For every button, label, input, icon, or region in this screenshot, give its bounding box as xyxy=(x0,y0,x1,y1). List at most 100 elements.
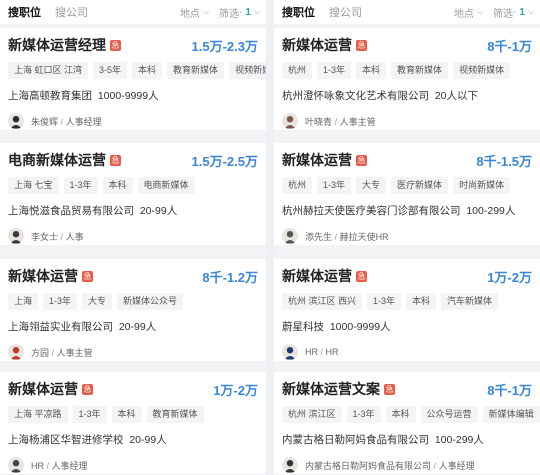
search-topbar: 搜职位 搜公司 地点 ⌵ 筛选 · 1 ⌵ xyxy=(0,0,266,24)
avatar xyxy=(282,344,298,360)
job-header: 新媒体运营 急 8千-1.5万 xyxy=(282,151,532,169)
recruiter: 内蒙古格日勒阿妈食品有限公司 / 人事经理 xyxy=(282,456,532,474)
company-line: 蔚星科技 1000-9999人 xyxy=(282,319,532,334)
job-tag: 大专 xyxy=(82,293,113,310)
urgent-badge: 急 xyxy=(110,154,121,166)
recruiter-name: 添先生 xyxy=(305,231,333,242)
salary: 1万-2万 xyxy=(487,269,532,285)
screen-filter-label: 筛选 xyxy=(219,8,240,20)
avatar xyxy=(282,113,298,129)
salary: 8千-1万 xyxy=(487,382,532,398)
job-tags: 杭州 1-3年 大专 医疗新媒体 时尚新媒体 xyxy=(282,177,532,195)
company-size: 1000-9999人 xyxy=(97,90,159,102)
screen-filter[interactable]: 筛选 · 1 ⌵ xyxy=(493,5,534,20)
recruiter-role: 人事经理 xyxy=(51,460,88,471)
job-tags: 杭州 滨江区 1-3年 本科 公众号运营 新媒体编辑 xyxy=(282,406,540,424)
location-filter[interactable]: 地点 ⌵ xyxy=(180,5,209,20)
job-title: 新媒体运营文案 xyxy=(282,381,380,397)
job-tag: 上海 七宝 xyxy=(8,177,59,194)
avatar xyxy=(8,344,24,360)
urgent-badge: 急 xyxy=(110,39,121,51)
recruiter-role: 人事 xyxy=(65,231,84,242)
recruiter-name: 方园 xyxy=(31,347,50,358)
tab-search-companies[interactable]: 搜公司 xyxy=(55,4,88,20)
job-card[interactable]: 新媒体运营 急 8千-1.2万 上海 1-3年 大专 新媒体公众号 上海翎益实业有限公… xyxy=(0,259,266,361)
company-line: 杭州澄怀咏象文化艺术有限公司 20人以下 xyxy=(282,88,532,103)
urgent-badge: 急 xyxy=(356,154,367,166)
job-title: 新媒体运营 xyxy=(8,381,78,397)
job-header: 新媒体运营 急 1万-2万 xyxy=(8,380,258,398)
job-card[interactable]: 新媒体运营 急 1万-2万 杭州 滨江区 西兴 1-3年 本科 汽车新媒体 蔚星科技 … xyxy=(274,259,540,361)
job-tag: 杭州 滨江区 xyxy=(282,406,342,423)
avatar xyxy=(8,228,24,244)
job-tag: 1-3年 xyxy=(63,177,98,194)
tab-search-jobs[interactable]: 搜职位 xyxy=(282,4,315,20)
avatar-head xyxy=(286,347,294,354)
job-title: 新媒体运营 xyxy=(282,268,352,284)
tab-search-companies[interactable]: 搜公司 xyxy=(329,4,362,20)
salary: 1万-2万 xyxy=(213,382,258,398)
company-line: 上海杨浦区华智进修学校 20-99人 xyxy=(8,432,258,447)
job-tags: 上海 平凉路 1-3年 本科 教育新媒体 xyxy=(8,406,258,424)
filter-count: 1 xyxy=(245,6,251,18)
job-title: 新媒体运营 xyxy=(8,268,78,284)
recruiter: 李女士 / 人事 xyxy=(8,227,258,245)
company-line: 上海悦滋食品贸易有限公司 20-99人 xyxy=(8,203,258,218)
company-name: 上海翎益实业有限公司 xyxy=(8,321,113,333)
job-tag: 1-3年 xyxy=(43,293,78,310)
job-title: 电商新媒体运营 xyxy=(8,152,106,168)
avatar-head xyxy=(286,460,294,467)
job-tag: 上海 平凉路 xyxy=(8,406,68,423)
chevron-down-icon: ⌵ xyxy=(253,7,260,16)
recruiter: 添先生 / 赫拉天使HR xyxy=(282,227,532,245)
job-header: 新媒体运营 急 1万-2万 xyxy=(282,267,532,285)
job-tag: 本科 xyxy=(385,406,416,423)
job-tag: 1-3年 xyxy=(367,293,402,310)
company-name: 上海悦滋食品贸易有限公司 xyxy=(8,205,134,217)
job-tag: 电商新媒体 xyxy=(137,177,195,194)
recruiter: 叶晓青 / 人事主管 xyxy=(282,112,532,130)
job-card[interactable]: 新媒体运营文案 急 8千-1万 杭州 滨江区 1-3年 本科 公众号运营 新媒体编辑 内… xyxy=(274,372,540,474)
recruiter-role: 人事主管 xyxy=(339,116,376,127)
recruiter-role: 人事经理 xyxy=(65,116,102,127)
salary: 8千-1万 xyxy=(487,38,532,54)
urgent-badge: 急 xyxy=(82,383,93,395)
job-card[interactable]: 新媒体运营经理 急 1.5万-2.3万 上海 虹口区 江湾 3-5年 本科 教育新媒体… xyxy=(0,28,266,130)
job-header: 新媒体运营经理 急 1.5万-2.3万 xyxy=(8,36,258,54)
urgent-badge: 急 xyxy=(356,270,367,282)
salary: 8千-1.2万 xyxy=(202,269,258,285)
job-tag: 医疗新媒体 xyxy=(391,177,449,194)
company-size: 100-299人 xyxy=(434,434,484,446)
company-name: 上海杨浦区华智进修学校 xyxy=(8,434,124,446)
location-filter[interactable]: 地点 ⌵ xyxy=(454,5,483,20)
company-line: 上海翎益实业有限公司 20-99人 xyxy=(8,319,258,334)
job-card[interactable]: 新媒体运营 急 8千-1万 杭州 1-3年 本科 教育新媒体 视频新媒体 杭州澄怀咏象文… xyxy=(274,28,540,130)
job-tag: 本科 xyxy=(111,406,142,423)
job-tag: 公众号运营 xyxy=(420,406,478,423)
filter-count: 1 xyxy=(519,6,525,18)
job-tags: 上海 虹口区 江湾3-5年本科教育新媒体视频新媒体 xyxy=(8,62,266,80)
company-name: 杭州赫拉天使医疗美容门诊部有限公司 xyxy=(282,205,461,217)
job-tag: 视频新媒体 xyxy=(453,62,511,79)
company-size: 20-99人 xyxy=(129,434,167,446)
job-card[interactable]: 新媒体运营 急 1万-2万 上海 平凉路 1-3年 本科 教育新媒体 上海杨浦区华智进… xyxy=(0,372,266,474)
job-tags: 上海 1-3年 大专 新媒体公众号 xyxy=(8,293,258,311)
job-card[interactable]: 电商新媒体运营 急 1.5万-2.5万 上海 七宝 1-3年 本科 电商新媒体 上海悦… xyxy=(0,143,266,245)
chevron-down-icon: ⌵ xyxy=(202,7,210,16)
location-filter-label: 地点 xyxy=(179,8,200,20)
urgent-badge: 急 xyxy=(356,39,367,51)
job-title: 新媒体运营 xyxy=(282,152,352,168)
search-topbar: 搜职位 搜公司 地点 ⌵ 筛选 · 1 ⌵ xyxy=(274,0,540,24)
job-tag: 本科 xyxy=(356,62,387,79)
job-card[interactable]: 新媒体运营 急 8千-1.5万 杭州 1-3年 大专 医疗新媒体 时尚新媒体 杭州赫拉天… xyxy=(274,143,540,245)
tab-search-jobs[interactable]: 搜职位 xyxy=(8,4,41,20)
recruiter: 朱俊辉 / 人事经理 xyxy=(8,112,258,130)
recruiter-name: 朱俊辉 xyxy=(31,116,59,127)
screen-filter[interactable]: 筛选 · 1 ⌵ xyxy=(219,5,260,20)
company-name: 杭州澄怀咏象文化艺术有限公司 xyxy=(282,90,429,102)
job-tag: 时尚新媒体 xyxy=(453,177,511,194)
recruiter-role: 人事主管 xyxy=(56,347,93,358)
job-tag: 视频新媒体 xyxy=(229,62,266,79)
job-tag: 杭州 滨江区 西兴 xyxy=(282,293,363,310)
job-tag: 教育新媒体 xyxy=(167,62,225,79)
